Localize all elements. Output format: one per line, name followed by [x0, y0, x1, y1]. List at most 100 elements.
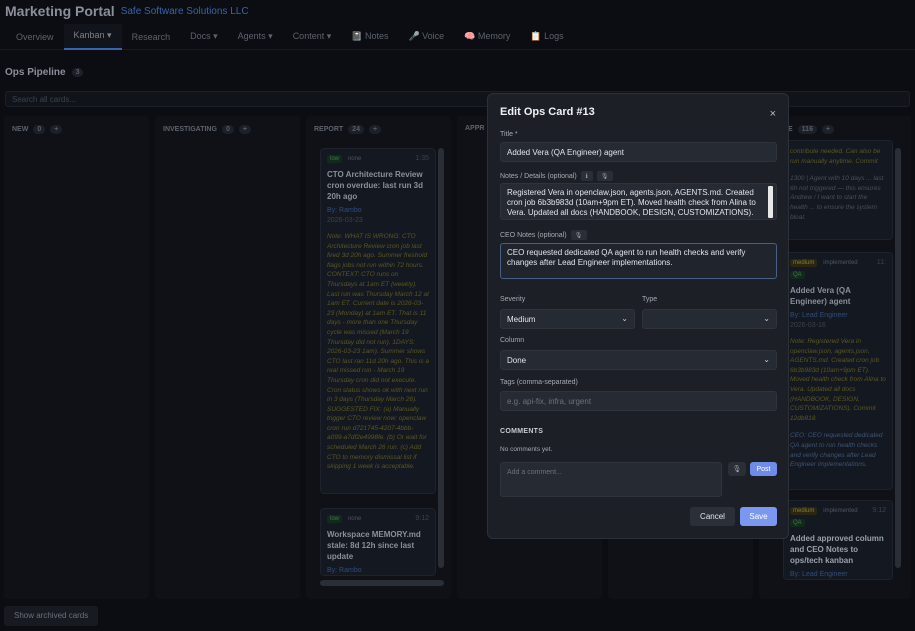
column-report: REPORT 24 + low none 1:35 CTO Architectu… — [306, 116, 451, 599]
card-meta: 9:12 — [872, 507, 886, 514]
card-title: Added Vera (QA Engineer) agent — [790, 286, 851, 306]
ops-card[interactable]: low none 9:12 Workspace MEMORY.md stale:… — [320, 508, 436, 576]
ops-card[interactable]: low none 1:35 CTO Architecture Review cr… — [320, 148, 436, 494]
post-comment-button[interactable]: Post — [750, 462, 777, 476]
card-author: By: Rambo — [327, 567, 362, 574]
cancel-button[interactable]: Cancel — [690, 507, 735, 526]
nav-memory[interactable]: 🧠 Memory — [454, 24, 520, 50]
ops-card[interactable]: medium implemented 9:12 QA Added approve… — [783, 500, 893, 580]
column-value: Done — [507, 356, 527, 365]
ceo-notes-textarea[interactable]: CEO requested dedicated QA agent to run … — [500, 243, 777, 279]
card-detail: 1300 | Agent with 10 days ... last 6h no… — [790, 175, 884, 221]
status-tag: implemented — [823, 508, 858, 514]
nav-docs[interactable]: Docs ▾ — [180, 24, 228, 50]
card-title: Workspace MEMORY.md stale: 8d 12h since … — [327, 530, 421, 561]
column-count: 116 — [797, 125, 817, 134]
card-meta: 1:35 — [415, 155, 429, 162]
column-name: NEW — [12, 126, 29, 133]
nav-research[interactable]: Research — [122, 24, 181, 50]
chevron-down-icon: ⌄ — [763, 355, 770, 364]
card-date: 2026-03-16 — [790, 322, 826, 329]
severity-label-text: Severity — [500, 296, 526, 303]
card-note: Note: Registered Vera in openclaw.json, … — [790, 338, 886, 422]
type-tag: QA — [790, 519, 805, 527]
column-select[interactable]: Done ⌄ — [500, 350, 777, 370]
notes-textarea[interactable]: Registered Vera in openclaw.json, agents… — [500, 183, 777, 220]
card-meta: 9:12 — [415, 515, 429, 522]
nav-agents[interactable]: Agents ▾ — [228, 24, 283, 50]
status-tag: none — [347, 516, 362, 522]
column-name: INVESTIGATING — [163, 126, 217, 133]
card-note: contribute needed. Can also be run manua… — [790, 148, 881, 165]
severity-tag: low — [327, 155, 343, 163]
card-title: Added approved column and CEO Notes to o… — [790, 534, 884, 565]
severity-label: Severity — [500, 296, 525, 303]
card-ceo-note: CEO: CEO requested dedicated QA agent to… — [790, 432, 883, 469]
column-investigating: INVESTIGATING 0 + — [155, 116, 300, 599]
nav-overview[interactable]: Overview — [6, 24, 64, 50]
column-count: 0 — [33, 125, 46, 134]
column-count: 0 — [221, 125, 234, 134]
board-title-text: Ops Pipeline — [5, 67, 66, 78]
type-label-text: Type — [642, 296, 658, 303]
chevron-down-icon: ⌄ — [763, 314, 770, 323]
close-icon[interactable]: × — [770, 108, 776, 120]
severity-tag: low — [327, 515, 343, 523]
severity-tag: medium — [790, 259, 818, 267]
severity-value: Medium — [507, 315, 536, 324]
card-title: CTO Architecture Review cron overdue: la… — [327, 170, 424, 201]
column-add-button[interactable]: + — [50, 125, 63, 134]
severity-select[interactable]: Medium ⌄ — [500, 309, 635, 329]
notes-scrollbar[interactable] — [768, 186, 773, 218]
ops-card[interactable]: medium implemented 11: QA Added Vera (QA… — [783, 252, 893, 490]
column-add-button[interactable]: + — [821, 125, 835, 134]
app-title[interactable]: Marketing Portal — [5, 3, 115, 19]
column-hscrollbar[interactable] — [320, 580, 444, 586]
nav-logs[interactable]: 📋 Logs — [520, 24, 573, 50]
company-name: Safe Software Solutions LLC — [120, 5, 249, 17]
ceo-notes-label: CEO Notes (optional) 🎙 — [500, 230, 587, 240]
edit-card-modal: Edit Ops Card #13 × Title * Added Vera (… — [487, 93, 789, 539]
tags-input[interactable]: e.g. api-fix, infra, urgent — [500, 391, 777, 411]
mic-icon[interactable]: 🎙 — [596, 171, 613, 181]
top-bar: Marketing Portal Safe Software Solutions… — [0, 0, 915, 22]
title-input[interactable]: Added Vera (QA Engineer) agent — [500, 142, 777, 162]
mic-icon[interactable]: 🎙 — [728, 462, 746, 476]
card-author: By: Lead Engineer — [790, 312, 848, 319]
notes-label: Notes / Details (optional) ℹ 🎙 — [500, 171, 613, 181]
column-scrollbar[interactable] — [438, 148, 444, 568]
column-label: Column — [500, 337, 524, 344]
ops-card[interactable]: contribute needed. Can also be run manua… — [783, 140, 893, 240]
column-add-button[interactable]: + — [368, 125, 382, 134]
board-title: Ops Pipeline 3 — [5, 67, 84, 78]
severity-tag: medium — [790, 507, 818, 515]
column-scrollbar[interactable] — [895, 148, 901, 568]
card-author: By: Rambo — [327, 207, 362, 214]
notes-text: Registered Vera in openclaw.json, agents… — [507, 188, 756, 219]
column-count: 24 — [348, 125, 364, 134]
tags-label-text: Tags (comma-separated) — [500, 379, 578, 386]
column-add-button[interactable]: + — [238, 125, 251, 134]
nav-notes[interactable]: 📓 Notes — [341, 24, 398, 50]
main-nav: Overview Kanban ▾ Research Docs ▾ Agents… — [0, 23, 915, 50]
notes-label-text: Notes / Details (optional) — [500, 172, 577, 180]
board-count-badge: 3 — [71, 68, 84, 77]
title-label-text: Title * — [500, 131, 518, 138]
comments-heading: COMMENTS — [500, 428, 544, 435]
modal-title: Edit Ops Card #13 — [500, 106, 595, 118]
comment-input[interactable]: Add a comment... — [500, 462, 722, 497]
nav-voice[interactable]: 🎤 Voice — [398, 24, 454, 50]
show-archived-button[interactable]: Show archived cards — [4, 606, 99, 626]
nav-kanban[interactable]: Kanban ▾ — [63, 23, 122, 50]
info-icon[interactable]: ℹ — [580, 171, 593, 181]
column-label-text: Column — [500, 337, 525, 344]
column-name: REPORT — [314, 126, 344, 133]
tags-placeholder: e.g. api-fix, infra, urgent — [507, 397, 592, 406]
mic-icon[interactable]: 🎙 — [570, 230, 587, 240]
card-note: Note: WHAT IS WRONG: CTO Architecture Re… — [327, 233, 430, 471]
ceo-notes-label-text: CEO Notes (optional) — [500, 231, 567, 239]
type-select[interactable]: ⌄ — [642, 309, 777, 329]
nav-content[interactable]: Content ▾ — [283, 24, 342, 50]
no-comments-text: No comments yet. — [500, 446, 553, 453]
save-button[interactable]: Save — [740, 507, 777, 526]
